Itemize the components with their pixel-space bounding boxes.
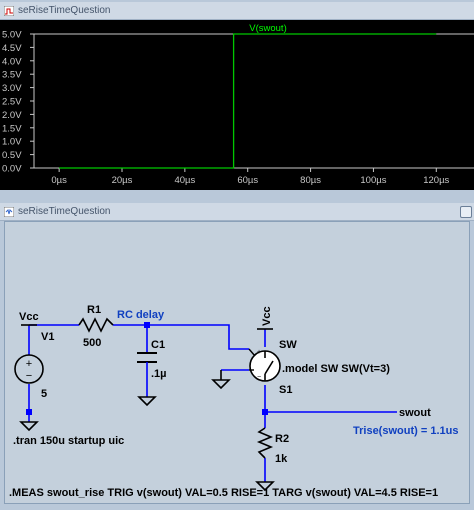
sw-model-directive[interactable]: .model SW SW(Vt=3) <box>282 363 390 375</box>
net-label-swout[interactable]: swout <box>399 407 431 419</box>
net-label-rc-delay[interactable]: RC delay <box>117 309 165 321</box>
plus-sign-icon: + <box>26 358 32 370</box>
schematic-canvas[interactable]: Vcc + − V1 5 R1 500 RC delay C1 .1µ Vcc … <box>4 221 470 504</box>
x-tick-label: 60µs <box>237 175 258 186</box>
x-axis: 0µs 20µs 40µs 60µs 80µs 100µs 120µs <box>51 168 450 186</box>
y-axis: 0.0V 0.5V 1.0V 1.5V 2.0V 2.5V 3.0V 3.5V 4.0V 4.5V… <box>2 30 34 175</box>
r2-name[interactable]: R2 <box>275 433 289 445</box>
ground-v1[interactable] <box>19 421 39 432</box>
switch-s1[interactable]: + − <box>248 348 281 382</box>
y-tick-label: 4.0V <box>2 56 22 67</box>
y-tick-label: 0.5V <box>2 150 22 161</box>
vcc-label-left: Vcc <box>19 311 39 323</box>
sw-name[interactable]: SW <box>279 339 297 351</box>
y-tick-label: 2.5V <box>2 97 22 108</box>
v1-value[interactable]: 5 <box>41 388 47 400</box>
plot-window-titlebar[interactable]: seRiseTimeQuestion <box>0 2 474 20</box>
minus-sign-icon: − <box>257 374 261 381</box>
schematic-window: seRiseTimeQuestion Vcc + − V1 5 R1 500 R… <box>0 203 474 504</box>
wire-rcdelay[interactable] <box>113 324 249 350</box>
x-tick-label: 20µs <box>112 175 133 186</box>
plot-window: seRiseTimeQuestion 0.0V 0.5V 1.0V 1.5V 2.0V 2… <box>0 2 474 190</box>
vcc-label-sw: Vcc <box>261 306 273 326</box>
junction-v1-ground <box>26 409 32 415</box>
v1-name[interactable]: V1 <box>41 331 54 343</box>
x-tick-label: 0µs <box>51 175 67 186</box>
c1-value[interactable]: .1µ <box>151 368 167 380</box>
voltage-source-v1[interactable]: + − <box>14 354 44 384</box>
junction-rcdelay <box>144 322 150 328</box>
restore-window-button[interactable] <box>460 206 472 218</box>
y-tick-label: 0.0V <box>2 164 22 175</box>
y-tick-label: 5.0V <box>2 30 22 41</box>
y-tick-label: 1.0V <box>2 137 22 148</box>
resistor-r1[interactable] <box>78 317 114 333</box>
y-tick-label: 4.5V <box>2 43 22 54</box>
waveform-plot[interactable]: 0.0V 0.5V 1.0V 1.5V 2.0V 2.5V 3.0V 3.5V 4.0V 4.5V… <box>0 20 474 190</box>
junction-swout <box>262 409 268 415</box>
waveform-chart: 0.0V 0.5V 1.0V 1.5V 2.0V 2.5V 3.0V 3.5V 4.0V 4.5V… <box>2 23 474 186</box>
series-line-vswout[interactable] <box>59 33 437 169</box>
y-tick-label: 3.5V <box>2 70 22 81</box>
s1-name[interactable]: S1 <box>279 384 292 396</box>
resistor-r2[interactable] <box>256 427 274 459</box>
r1-value[interactable]: 500 <box>83 337 101 349</box>
r2-value[interactable]: 1k <box>275 453 288 465</box>
x-tick-label: 80µs <box>300 175 321 186</box>
c1-name[interactable]: C1 <box>151 339 165 351</box>
plus-sign-icon: + <box>257 349 261 356</box>
meas-directive[interactable]: .MEAS swout_rise TRIG v(swout) VAL=0.5 R… <box>9 487 438 499</box>
minus-sign-icon: − <box>26 370 32 382</box>
schematic-window-title: seRiseTimeQuestion <box>18 206 111 217</box>
ground-sw[interactable] <box>211 370 231 390</box>
y-tick-label: 1.5V <box>2 123 22 134</box>
tran-directive[interactable]: .tran 150u startup uic <box>13 435 124 447</box>
vcc-flag-left[interactable]: Vcc <box>19 311 39 326</box>
x-tick-label: 40µs <box>174 175 195 186</box>
y-tick-label: 3.0V <box>2 83 22 94</box>
r1-name[interactable]: R1 <box>87 304 101 316</box>
waveform-icon <box>4 5 14 16</box>
y-tick-label: 2.0V <box>2 110 22 121</box>
plot-window-title: seRiseTimeQuestion <box>18 5 111 16</box>
trace-label[interactable]: V(swout) <box>249 23 286 34</box>
schematic-icon <box>4 206 14 217</box>
schematic-window-titlebar[interactable]: seRiseTimeQuestion <box>0 203 474 221</box>
x-tick-label: 120µs <box>423 175 449 186</box>
schematic-drawing: Vcc + − V1 5 R1 500 RC delay C1 .1µ Vcc … <box>9 304 458 499</box>
ground-c1[interactable] <box>137 396 157 407</box>
x-tick-label: 100µs <box>360 175 386 186</box>
trise-annotation[interactable]: Trise(swout) = 1.1us <box>353 425 458 437</box>
